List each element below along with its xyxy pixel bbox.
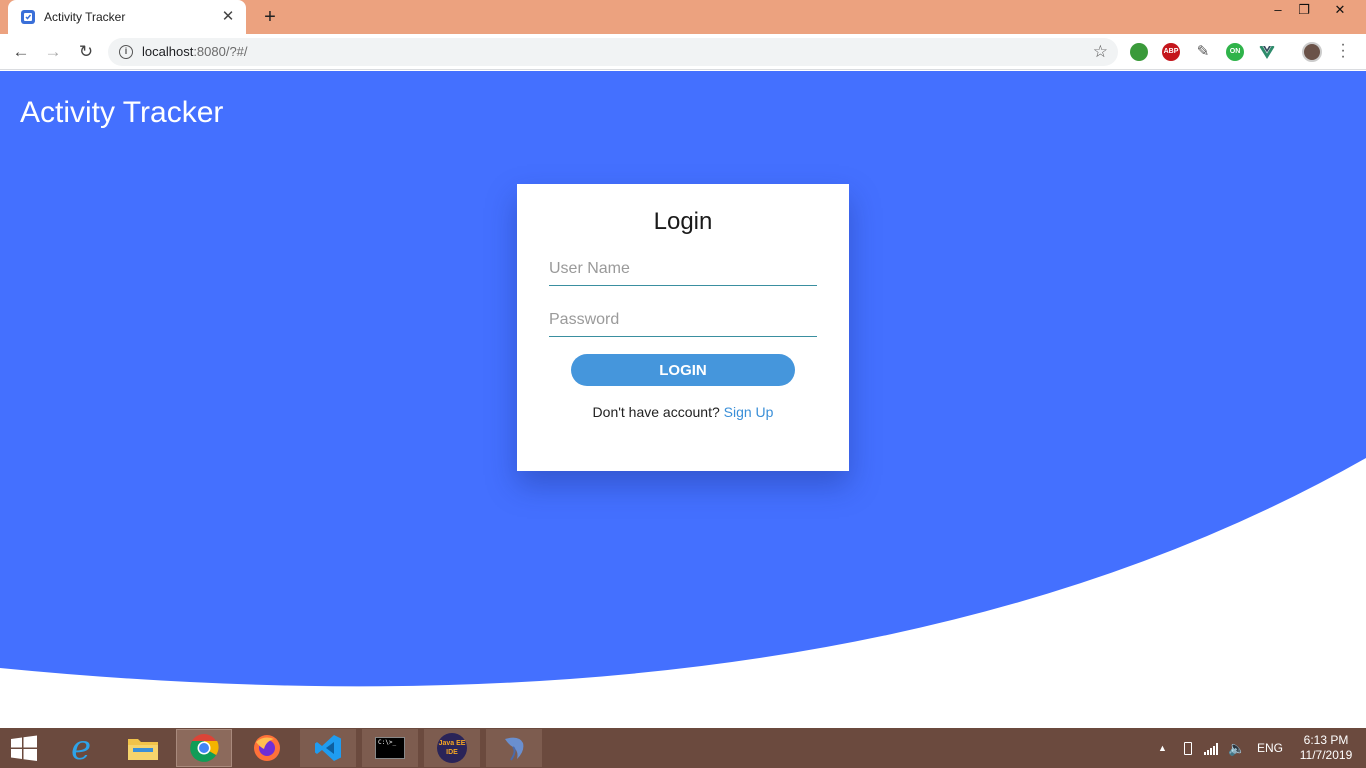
- profile-avatar[interactable]: [1302, 42, 1322, 62]
- close-window-button[interactable]: ✕: [1326, 0, 1354, 22]
- java-ee-ide-icon[interactable]: Java EE IDE: [424, 729, 480, 767]
- browser-tab-strip: Activity Tracker ✕ + – ❐ ✕: [0, 0, 1366, 34]
- site-info-icon[interactable]: i: [119, 45, 133, 59]
- browser-tab[interactable]: Activity Tracker ✕: [8, 0, 246, 34]
- password-field: [549, 303, 817, 337]
- signup-prompt: Don't have account?: [592, 404, 724, 420]
- app-page: Activity Tracker Login LOGIN Don't have …: [0, 71, 1366, 728]
- minimize-button[interactable]: –: [1264, 0, 1292, 22]
- java-ee-glyph: Java EE IDE: [437, 733, 467, 763]
- username-input[interactable]: [549, 252, 817, 285]
- adblock-extension-icon[interactable]: ABP: [1162, 43, 1180, 61]
- volume-icon[interactable]: 🔈: [1228, 728, 1245, 768]
- chrome-icon[interactable]: [176, 729, 232, 767]
- address-bar[interactable]: i localhost:8080/?#/ ☆: [108, 38, 1118, 66]
- reload-icon[interactable]: ↻: [75, 41, 97, 63]
- internet-explorer-icon[interactable]: e: [53, 729, 109, 767]
- windows-start-icon[interactable]: [8, 735, 40, 761]
- language-indicator[interactable]: ENG: [1257, 728, 1283, 768]
- firefox-logo: [254, 735, 280, 761]
- browser-menu-icon[interactable]: · · ·: [1338, 37, 1348, 65]
- cmd-glyph: C:\>_: [375, 737, 405, 759]
- tray-overflow-icon[interactable]: ▲: [1158, 728, 1167, 768]
- taskbar-clock[interactable]: 6:13 PM 11/7/2019: [1294, 733, 1358, 763]
- firefox-icon[interactable]: [239, 729, 295, 767]
- login-title: Login: [653, 208, 713, 235]
- eyedropper-extension-icon[interactable]: ✎: [1194, 43, 1212, 61]
- vscode-logo: [315, 735, 341, 761]
- clock-date: 11/7/2019: [1299, 748, 1353, 762]
- login-card: Login LOGIN Don't have account? Sign Up: [517, 184, 849, 471]
- signup-link[interactable]: Sign Up: [724, 404, 774, 420]
- url-text[interactable]: localhost:8080/?#/: [142, 44, 248, 59]
- tab-close-icon[interactable]: ✕: [220, 9, 236, 25]
- chrome-logo: [190, 734, 219, 762]
- signup-row: Don't have account? Sign Up: [517, 404, 849, 420]
- url-host: localhost: [142, 44, 194, 59]
- password-input[interactable]: [549, 303, 817, 336]
- command-prompt-icon[interactable]: C:\>_: [362, 729, 418, 767]
- file-explorer-icon[interactable]: [115, 729, 171, 767]
- vue-devtools-extension-icon[interactable]: [1258, 43, 1276, 61]
- back-arrow-icon[interactable]: ←: [10, 41, 32, 63]
- bookmark-star-icon[interactable]: ☆: [1093, 42, 1108, 62]
- clock-time: 6:13 PM: [1303, 733, 1349, 747]
- windows-taskbar: e C:\>_ Java EE IDE ▲ 🔈 ENG 6:13 PM 11/7…: [0, 728, 1366, 768]
- folder-icon: [128, 739, 158, 760]
- url-path: :8080/?#/: [193, 44, 248, 59]
- restore-button[interactable]: ❐: [1290, 0, 1318, 22]
- on-extension-icon[interactable]: ON: [1226, 43, 1244, 61]
- browser-toolbar: ← → ↻ i localhost:8080/?#/ ☆ ABP ✎ ON · ·…: [0, 34, 1366, 70]
- login-button[interactable]: LOGIN: [571, 354, 795, 386]
- mysql-workbench-icon[interactable]: [486, 729, 542, 767]
- forward-arrow-icon[interactable]: →: [42, 41, 64, 63]
- new-tab-button[interactable]: +: [258, 6, 282, 28]
- ie-glyph: e: [70, 728, 92, 768]
- username-field: [549, 252, 817, 286]
- activity-tracker-favicon-icon: [21, 10, 35, 24]
- app-title: Activity Tracker: [20, 96, 224, 129]
- tab-title: Activity Tracker: [44, 10, 126, 24]
- globe-extension-icon[interactable]: [1130, 43, 1148, 61]
- vscode-icon[interactable]: [300, 729, 356, 767]
- dolphin-logo: [505, 737, 524, 761]
